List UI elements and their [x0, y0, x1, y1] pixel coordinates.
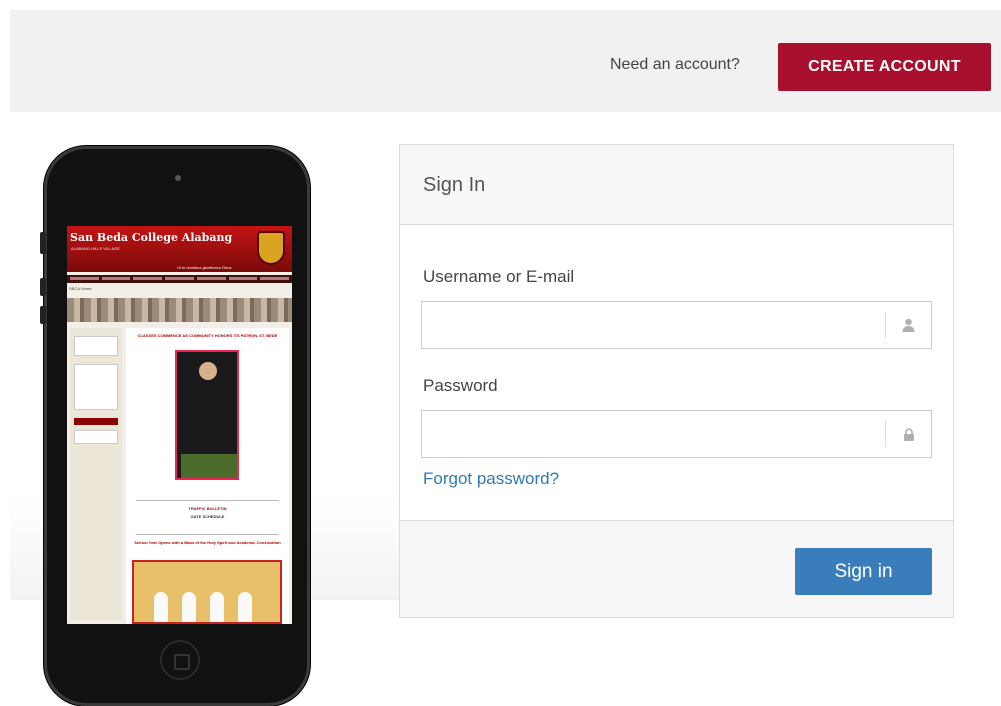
site-motto: Ut in omnibus glorificetur Deus	[177, 265, 232, 270]
site-main: CLASSES COMMENCE AS COMMUNITY HONORS ITS…	[126, 328, 289, 624]
site-title: San Beda College Alabang	[70, 231, 233, 244]
create-account-button[interactable]: CREATE ACCOUNT	[778, 43, 991, 91]
phone-screen: San Beda College Alabang ALABANG HILLS V…	[67, 226, 292, 624]
phone-side-button	[40, 278, 46, 296]
search-box	[74, 336, 118, 356]
news-headline: School Year Opens with a Mass of the Hol…	[134, 540, 281, 545]
site-nav	[67, 275, 292, 283]
sign-in-button[interactable]: Sign in	[795, 548, 932, 595]
username-label: Username or E-mail	[423, 267, 575, 286]
site-header: San Beda College Alabang ALABANG HILLS V…	[67, 226, 292, 272]
divider	[136, 534, 279, 535]
user-icon	[885, 312, 931, 338]
password-label: Password	[423, 376, 498, 395]
phone-side-button	[40, 306, 46, 324]
signin-panel: Sign In Username or E-mail Password Forg…	[399, 144, 954, 618]
username-field-wrapper	[421, 301, 932, 349]
crest-logo	[257, 231, 285, 265]
site-banner-image	[67, 298, 292, 322]
site-subtitle: ALABANG HILLS VILLAGE	[71, 246, 120, 251]
sidebar-heading	[74, 418, 118, 425]
phone-side-button	[40, 232, 46, 254]
password-input[interactable]	[422, 411, 884, 457]
signin-panel-header: Sign In	[400, 145, 953, 225]
need-account-text: Need an account?	[610, 56, 740, 73]
news-photo	[132, 560, 282, 624]
news-headline: CLASSES COMMENCE AS COMMUNITY HONORS ITS…	[137, 333, 278, 338]
site-breadcrumb: SBCA Home	[69, 286, 92, 291]
signin-title: Sign In	[423, 174, 486, 196]
news-photo	[175, 350, 239, 480]
sidebar-box	[74, 430, 118, 444]
signin-panel-footer: Sign in	[400, 520, 953, 617]
news-subheadline: GATE SCHEDULE	[190, 514, 225, 519]
password-field-wrapper	[421, 410, 932, 458]
lock-icon	[885, 421, 931, 447]
news-headline: TRAFFIC BULLETIN	[188, 506, 227, 511]
username-input[interactable]	[422, 302, 884, 348]
forgot-password-link[interactable]: Forgot password?	[423, 469, 559, 489]
calendar-widget	[74, 364, 118, 410]
site-sidebar	[70, 328, 122, 620]
phone-home-button	[160, 640, 200, 680]
phone-camera	[175, 175, 181, 181]
divider	[136, 500, 279, 501]
